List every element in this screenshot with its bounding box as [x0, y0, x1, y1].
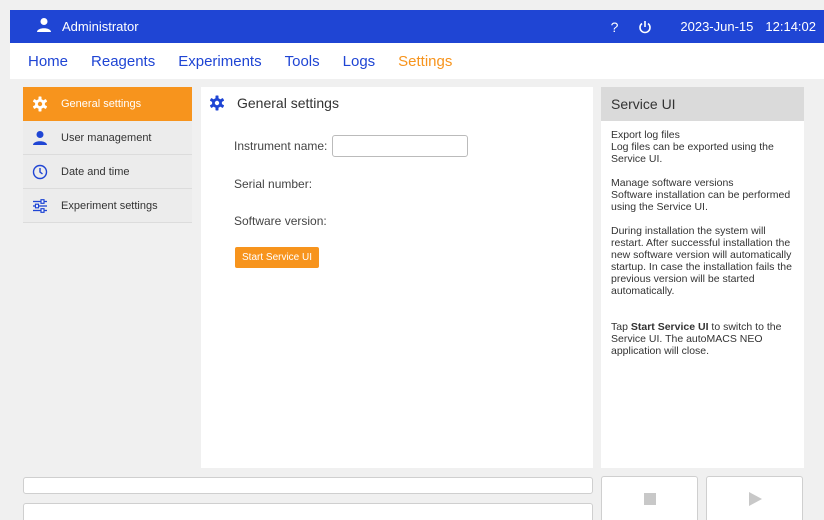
service-ui-info-panel: Service UI Export log files Log files ca… — [601, 87, 804, 468]
tab-logs[interactable]: Logs — [343, 53, 376, 70]
export-text: Log files can be exported using the Serv… — [611, 141, 774, 165]
user-name: Administrator — [62, 19, 139, 34]
instrument-name-input[interactable] — [332, 135, 468, 157]
instrument-name-label: Instrument name: — [234, 139, 328, 153]
sliders-icon — [31, 197, 49, 215]
clock-icon — [31, 163, 49, 181]
info-panel-title: Service UI — [601, 87, 804, 121]
software-version-label: Software version: — [234, 214, 327, 228]
tab-settings[interactable]: Settings — [398, 53, 452, 70]
export-section: Export log files Log files can be export… — [611, 129, 794, 165]
gear-icon — [209, 95, 225, 111]
sidemenu-item-label: Experiment settings — [61, 199, 158, 212]
power-icon[interactable] — [638, 20, 652, 34]
play-icon — [748, 491, 762, 511]
time-display: 12:14:02 — [765, 19, 816, 34]
start-service-ui-button[interactable]: Start Service UI — [235, 247, 320, 268]
date-display: 2023-Jun-15 — [680, 19, 754, 34]
export-heading: Export log files — [611, 129, 680, 141]
tab-tools[interactable]: Tools — [285, 53, 320, 70]
help-icon[interactable]: ? — [611, 19, 619, 35]
manage-heading: Manage software versions — [611, 177, 734, 189]
tap-instructions: Tap Start Service UI to switch to the Se… — [611, 321, 794, 357]
sidemenu-item-general-settings[interactable]: General settings — [23, 87, 192, 121]
main-nav: Home Reagents Experiments Tools Logs Set… — [10, 43, 824, 79]
message-bar — [23, 503, 593, 520]
sidemenu-item-user-management[interactable]: User management — [23, 121, 192, 155]
person-icon — [31, 129, 49, 147]
panel-header: General settings — [209, 95, 339, 111]
general-settings-panel: General settings Instrument name: Serial… — [201, 87, 593, 468]
manage-text: Software installation can be performed u… — [611, 189, 791, 213]
settings-sidemenu: General settings User management Date an… — [23, 87, 192, 223]
stop-button[interactable] — [601, 476, 698, 520]
status-bar — [23, 477, 593, 494]
tab-experiments[interactable]: Experiments — [178, 53, 261, 70]
serial-number-label: Serial number: — [234, 177, 313, 191]
sidemenu-item-experiment-settings[interactable]: Experiment settings — [23, 189, 192, 223]
tab-home[interactable]: Home — [28, 53, 68, 70]
tap-prefix: Tap — [611, 321, 631, 333]
sidemenu-item-label: Date and time — [61, 165, 130, 178]
info-panel-body: Export log files Log files can be export… — [601, 121, 804, 377]
gear-icon — [31, 95, 49, 113]
sidemenu-item-label: User management — [61, 131, 152, 144]
page-title: General settings — [237, 95, 339, 111]
manage-section: Manage software versions Software instal… — [611, 177, 794, 213]
sidemenu-item-label: General settings — [61, 97, 142, 110]
install-text: During installation the system will rest… — [611, 225, 792, 297]
tab-reagents[interactable]: Reagents — [91, 53, 155, 70]
stop-icon — [643, 492, 656, 510]
sidemenu-item-date-and-time[interactable]: Date and time — [23, 155, 192, 189]
user-info: Administrator — [36, 17, 139, 36]
tap-strong: Start Service UI — [630, 321, 709, 333]
top-bar: Administrator ? 2023-Jun-15 12:14:02 — [10, 10, 824, 43]
play-button[interactable] — [706, 476, 803, 520]
person-icon — [36, 17, 62, 36]
